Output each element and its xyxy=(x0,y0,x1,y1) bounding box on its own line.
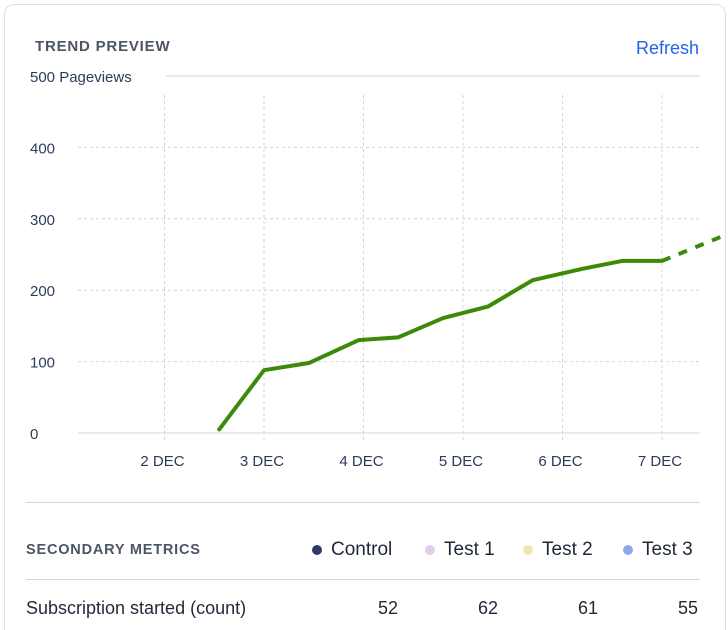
metric-value-test-3: 55 xyxy=(677,598,698,618)
trend-line-chart: 0 100 200 300 400 500 Pageviews 2 DEC 3 DEC 4 DE… xyxy=(30,69,728,470)
y-tick-label-100: 100 xyxy=(30,355,55,372)
legend-test-1-dot xyxy=(425,545,435,555)
metric-value-control: 52 xyxy=(377,598,398,618)
y-tick-label-400: 400 xyxy=(30,140,55,157)
series-0-line xyxy=(217,258,664,432)
legend-control-dot xyxy=(312,545,322,555)
legend-test-1-label: Test 1 xyxy=(444,539,495,560)
metric-row-label: Subscription started (count) xyxy=(26,598,247,618)
metrics-header-divider xyxy=(26,579,700,580)
legend-test-3-label: Test 3 xyxy=(642,539,693,560)
x-tick-label-2: 3 DEC xyxy=(240,453,284,470)
legend-test-3-dot xyxy=(623,545,633,555)
y-tick-label-200: 200 xyxy=(30,283,55,300)
y-tick-label-0: 0 xyxy=(30,426,38,443)
metric-value-test-2: 61 xyxy=(577,598,598,618)
legend-test-1: Test 1 xyxy=(425,539,495,561)
legend-test-3: Test 3 xyxy=(623,539,693,561)
metric-value-test-1: 62 xyxy=(477,598,498,618)
y-axis-label: 500 Pageviews xyxy=(30,69,132,86)
secondary-metrics-title: SECONDARY METRICS xyxy=(26,542,201,558)
legend-control: Control xyxy=(312,539,392,561)
legend-test-2: Test 2 xyxy=(523,539,593,561)
x-tick-label-4: 5 DEC xyxy=(439,453,483,470)
legend-test-2-label: Test 2 xyxy=(542,539,593,560)
legend-control-label: Control xyxy=(331,539,393,560)
x-tick-label-6: 7 DEC xyxy=(638,453,682,470)
y-tick-label-300: 300 xyxy=(30,212,55,229)
x-tick-label-1: 2 DEC xyxy=(140,453,184,470)
metric-row-subscription-started[interactable]: Subscription started (count) 52 62 61 55 xyxy=(26,598,706,622)
legend-test-2-dot xyxy=(523,545,533,555)
section-divider xyxy=(26,502,700,503)
x-tick-label-5: 6 DEC xyxy=(538,453,582,470)
x-tick-label-3: 4 DEC xyxy=(339,453,383,470)
series-0-projection-line xyxy=(661,231,728,263)
